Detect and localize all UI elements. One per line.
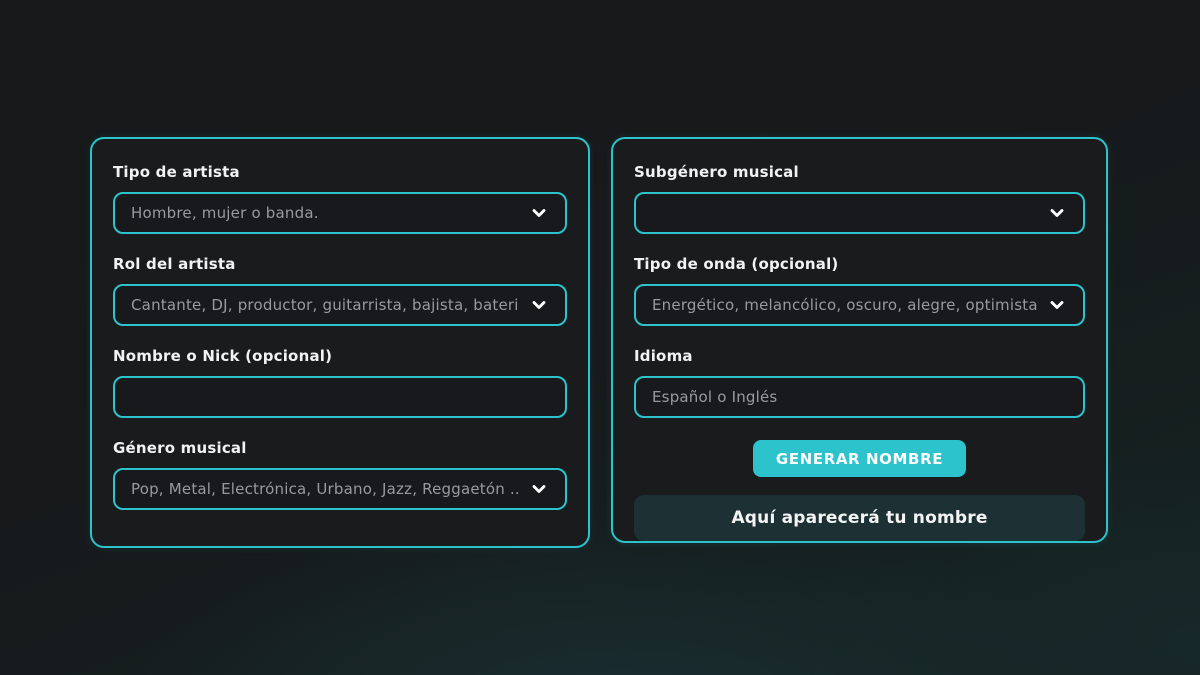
- chevron-down-icon: [1047, 295, 1067, 315]
- chevron-down-icon: [1047, 203, 1067, 223]
- chevron-down-icon: [529, 295, 549, 315]
- vibe-type-select[interactable]: Energético, melancólico, oscuro, alegre,…: [634, 284, 1085, 326]
- music-subgenre-select[interactable]: [634, 192, 1085, 234]
- music-genre-placeholder: Pop, Metal, Electrónica, Urbano, Jazz, R…: [131, 480, 519, 498]
- name-nick-field-wrap: [113, 376, 567, 418]
- artist-type-select[interactable]: Hombre, mujer o banda.: [113, 192, 567, 234]
- music-genre-label: Género musical: [113, 439, 567, 457]
- artist-type-placeholder: Hombre, mujer o banda.: [131, 204, 519, 222]
- vibe-type-placeholder: Energético, melancólico, oscuro, alegre,…: [652, 296, 1037, 314]
- artist-role-select[interactable]: Cantante, DJ, productor, guitarrista, ba…: [113, 284, 567, 326]
- chevron-down-icon: [529, 203, 549, 223]
- vibe-type-label: Tipo de onda (opcional): [634, 255, 1085, 273]
- generated-name-result: Aquí aparecerá tu nombre: [634, 495, 1085, 541]
- name-nick-label: Nombre o Nick (opcional): [113, 347, 567, 365]
- generator-panel: Subgénero musical Tipo de onda (opcional…: [611, 137, 1108, 543]
- form-panels: Tipo de artista Hombre, mujer o banda. R…: [90, 137, 1108, 548]
- artist-type-label: Tipo de artista: [113, 163, 567, 181]
- language-input[interactable]: [652, 378, 1067, 416]
- generate-button-row: GENERAR NOMBRE: [634, 440, 1085, 477]
- language-label: Idioma: [634, 347, 1085, 365]
- artist-info-panel: Tipo de artista Hombre, mujer o banda. R…: [90, 137, 590, 548]
- artist-role-label: Rol del artista: [113, 255, 567, 273]
- chevron-down-icon: [529, 479, 549, 499]
- artist-role-placeholder: Cantante, DJ, productor, guitarrista, ba…: [131, 296, 519, 314]
- name-nick-input[interactable]: [131, 378, 549, 416]
- music-genre-select[interactable]: Pop, Metal, Electrónica, Urbano, Jazz, R…: [113, 468, 567, 510]
- generate-name-button[interactable]: GENERAR NOMBRE: [753, 440, 966, 477]
- language-field-wrap: [634, 376, 1085, 418]
- music-subgenre-label: Subgénero musical: [634, 163, 1085, 181]
